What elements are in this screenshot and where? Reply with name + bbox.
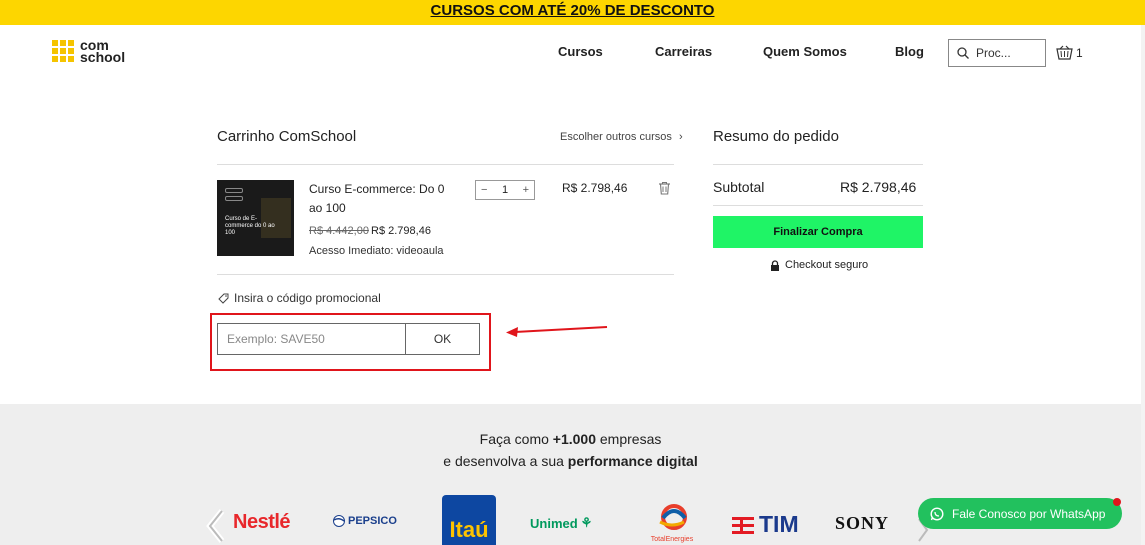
chevron-right-icon: › bbox=[678, 131, 683, 143]
quantity-stepper[interactable]: − 1 + bbox=[475, 180, 535, 200]
tim-logo: TIM bbox=[732, 511, 799, 538]
course-thumbnail[interactable]: Curso de E-commerce do 0 ao 100 bbox=[217, 180, 294, 256]
pepsico-logo: PEPSICO bbox=[333, 515, 397, 527]
trash-icon[interactable] bbox=[658, 181, 671, 200]
search-icon bbox=[957, 47, 969, 59]
lock-icon bbox=[771, 259, 779, 271]
tag-icon bbox=[218, 293, 229, 304]
whatsapp-label: Fale Conosco por WhatsApp bbox=[952, 506, 1106, 521]
nav-cursos[interactable]: Cursos bbox=[558, 44, 603, 59]
promo-code-label: Insira o código promocional bbox=[234, 291, 381, 305]
old-price: R$ 4.442,00 bbox=[309, 225, 369, 237]
thumb-tag bbox=[225, 188, 243, 193]
subtotal-value: R$ 2.798,46 bbox=[840, 179, 917, 195]
cart-button[interactable]: 1 bbox=[1056, 45, 1083, 60]
logo[interactable]: com school bbox=[52, 38, 126, 65]
divider bbox=[217, 274, 674, 275]
nav-blog[interactable]: Blog bbox=[895, 44, 924, 59]
partners-headline-2: e desenvolva a sua performance digital bbox=[443, 453, 698, 469]
line-total: R$ 2.798,46 bbox=[562, 181, 628, 195]
search-box[interactable] bbox=[948, 39, 1046, 67]
cart-title: Carrinho ComSchool bbox=[217, 128, 357, 145]
nav-carreiras[interactable]: Carreiras bbox=[655, 44, 712, 59]
promo-banner: CURSOS COM ATÉ 20% DE DESCONTO bbox=[0, 0, 1145, 25]
promo-code-input[interactable] bbox=[217, 323, 406, 355]
promo-banner-link[interactable]: CURSOS COM ATÉ 20% DE DESCONTO bbox=[431, 1, 715, 21]
minus-icon[interactable]: − bbox=[481, 184, 487, 196]
secure-checkout: Checkout seguro bbox=[770, 259, 868, 271]
order-summary-title: Resumo do pedido bbox=[713, 128, 839, 145]
itau-logo: Itaú bbox=[442, 495, 496, 545]
unimed-logo: Unimed ⚘ bbox=[530, 515, 593, 531]
checkout-button[interactable]: Finalizar Compra bbox=[713, 216, 923, 248]
notification-dot bbox=[1113, 498, 1121, 506]
divider bbox=[713, 164, 923, 165]
discounted-price: R$ 2.798,46 bbox=[371, 225, 431, 237]
quantity-value: 1 bbox=[501, 184, 509, 196]
logo-line-2: school bbox=[80, 49, 126, 65]
partners-headline-1: Faça como +1.000 empresas bbox=[479, 431, 662, 447]
secure-checkout-label: Checkout seguro bbox=[785, 259, 869, 271]
access-info: Acesso Imediato: videoaula bbox=[309, 245, 444, 257]
other-courses-link[interactable]: Escolher outros cursos › bbox=[560, 131, 683, 143]
logo-text: com school bbox=[80, 38, 126, 65]
nav-quem-somos[interactable]: Quem Somos bbox=[763, 44, 847, 59]
course-name[interactable]: Curso E-commerce: Do 0 ao 100 bbox=[309, 180, 449, 218]
site-header: com school Cursos Carreiras Quem Somos B… bbox=[0, 25, 1145, 80]
plus-icon[interactable]: + bbox=[523, 184, 529, 196]
nestle-logo: Nestlé bbox=[233, 511, 291, 533]
pepsico-globe-icon bbox=[333, 515, 345, 527]
totalenergies-logo: TotalEnergies bbox=[644, 502, 700, 543]
basket-icon bbox=[1056, 45, 1073, 60]
chevron-left-icon[interactable] bbox=[205, 508, 227, 545]
unimed-symbol-icon: ⚘ bbox=[580, 515, 593, 530]
divider bbox=[217, 164, 674, 165]
whatsapp-icon bbox=[930, 506, 944, 521]
totalenergies-swirl-icon bbox=[659, 504, 687, 530]
sony-logo: SONY bbox=[835, 513, 890, 533]
apply-code-button[interactable]: OK bbox=[405, 323, 480, 355]
subtotal-label: Subtotal bbox=[713, 179, 765, 195]
scrollbar[interactable] bbox=[1141, 25, 1145, 545]
tim-stripes-icon bbox=[732, 516, 754, 534]
divider bbox=[713, 205, 923, 206]
cart-count: 1 bbox=[1076, 45, 1083, 60]
other-courses-label: Escolher outros cursos bbox=[560, 131, 672, 143]
logo-grid-icon bbox=[52, 40, 74, 62]
promo-code-toggle[interactable]: Insira o código promocional bbox=[218, 291, 381, 305]
search-input[interactable] bbox=[976, 46, 1036, 60]
annotation-arrow-icon bbox=[506, 326, 608, 337]
whatsapp-button[interactable]: Fale Conosco por WhatsApp bbox=[918, 498, 1122, 529]
thumb-tag bbox=[225, 196, 243, 201]
thumb-text: Curso de E-commerce do 0 ao 100 bbox=[225, 216, 275, 236]
